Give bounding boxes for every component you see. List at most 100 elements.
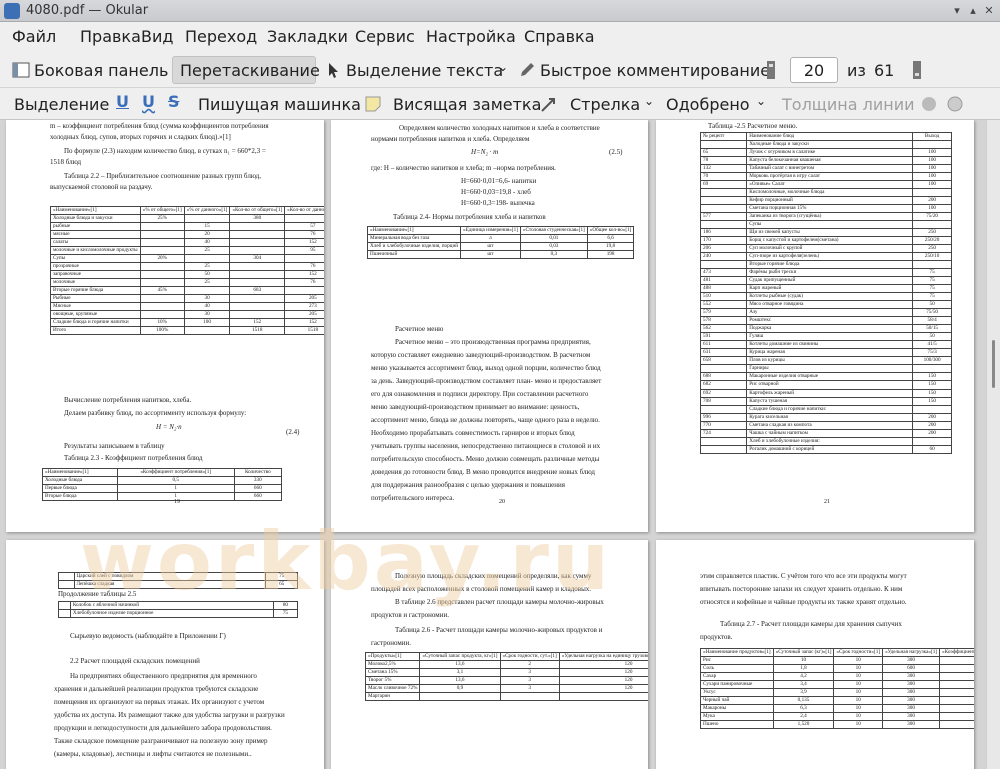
table-cell: 0,9: [419, 684, 501, 694]
table-row: Творог 5%13,631202,20,8: [364, 676, 648, 686]
table-cell: 150: [912, 396, 952, 406]
table-cell: 100: [912, 156, 952, 166]
document-view[interactable]: m – коэффициент потребления блюд (сумма …: [0, 120, 986, 769]
table-cell: Ромштекс: [746, 316, 914, 326]
table-row: 724 Чашка с чайным напитком 200: [699, 428, 952, 438]
table-cell: 0,135: [772, 696, 835, 706]
table-cell: [284, 254, 324, 264]
table-cell: 205: [284, 294, 324, 304]
table-cell: 2,4: [772, 712, 835, 722]
table-cell: 50/15: [912, 324, 952, 334]
typewriter-button[interactable]: Пишущая машинка: [198, 95, 361, 114]
table-cell: 250: [912, 228, 952, 238]
line-width-button[interactable]: Толщина линии: [782, 95, 915, 114]
table-cell: шт: [460, 242, 521, 252]
table-2-5-end: Царский слей с повидлом 75 Лепёшка сладкая…: [58, 571, 298, 590]
quick-comment-button[interactable]: Быстрое комментирование: [540, 61, 770, 80]
table-cell: Плов из курицы: [746, 356, 914, 366]
stamp-button[interactable]: Одобрено: [666, 95, 750, 114]
table-row: Лепёшка сладкая 65: [58, 580, 298, 590]
text-line: На предприятиях общественного предприяти…: [70, 672, 257, 680]
squiggle-icon[interactable]: U: [142, 92, 155, 111]
menu-settings[interactable]: Настройка: [426, 27, 516, 46]
table-row: 132 Табачный салат с винегретом 100: [699, 164, 952, 174]
menu-file[interactable]: Файл: [12, 27, 56, 46]
chevron-down-icon[interactable]: ⌄: [644, 94, 654, 108]
text-line: Расчетное меню – это производственная пр…: [395, 338, 591, 346]
chevron-down-icon[interactable]: ⌄: [756, 94, 766, 108]
chevron-down-icon[interactable]: ⌄: [498, 60, 508, 74]
arrow-button[interactable]: Стрелка: [570, 95, 640, 114]
table-cell: 10%: [139, 318, 185, 328]
vertical-scrollbar[interactable]: [986, 120, 1000, 769]
table-2-5: № рецепт Наименование блюд Выход Холодные б…: [699, 131, 952, 454]
menu-tools[interactable]: Сервис: [355, 27, 415, 46]
menu-bar: Файл Правка Вид Переход Закладки Сервис …: [0, 22, 1000, 52]
table-header-cell: «Суточный запас (кг)»[1]: [772, 647, 835, 658]
text-line: В таблице 2.6 представлен расчет площади…: [395, 598, 604, 606]
table-cell: 3: [499, 676, 560, 686]
annotation-toolbar: Выделение U U S Пишущая машинка Висящая …: [0, 88, 1000, 120]
page-number-input[interactable]: 20: [790, 57, 838, 83]
table-header-cell: «Наименование»[1]: [367, 225, 461, 236]
menu-bookmarks[interactable]: Закладки: [267, 27, 348, 46]
page-number: 21: [824, 499, 830, 505]
sticky-note-button[interactable]: Висящая заметка: [393, 95, 541, 114]
table-header-row: «Наименование»[1] «% от общего»[1] «% от д…: [50, 205, 324, 216]
menu-view[interactable]: Вид: [141, 27, 173, 46]
table-cell: 3,9: [772, 688, 835, 698]
scrollbar-thumb[interactable]: [992, 340, 995, 388]
table-row: Кефир порционный 200: [699, 196, 952, 206]
table-cell: 100/300: [912, 356, 952, 366]
table-cell: 75: [265, 571, 298, 582]
pen-icon: [521, 63, 534, 76]
close-icon[interactable]: ✕: [982, 4, 996, 18]
table-row: 708 Капуста тушеная 150: [699, 396, 952, 406]
text-line: впитывать посторонние запахи их следует …: [700, 585, 903, 593]
text-selection-button[interactable]: Выделение текста: [346, 61, 503, 80]
minimize-icon[interactable]: ▾: [950, 4, 964, 18]
color-icon[interactable]: [920, 95, 938, 113]
table-cell: [58, 600, 71, 611]
table-row: 186 Щи из свежей капусты 250: [699, 228, 952, 238]
table-cell: Лепёшка сладкая: [73, 580, 267, 590]
maximize-icon[interactable]: ▴: [966, 4, 980, 18]
menu-edit[interactable]: Правка: [80, 27, 141, 46]
table-cell: салаты: [50, 238, 141, 248]
table-cell: 100: [912, 172, 952, 182]
table-cell: 205: [284, 310, 324, 320]
table-header-cell: «Кол-во от данного»[1]: [284, 205, 324, 216]
table-cell: Супы: [50, 254, 141, 264]
table-row: 631 Курица жареная 75/3: [699, 348, 952, 358]
highlight-button[interactable]: Выделение: [14, 95, 109, 114]
previous-page-icon[interactable]: [766, 60, 776, 80]
drag-mode-button[interactable]: Перетаскивание: [180, 61, 320, 80]
menu-help[interactable]: Справка: [524, 27, 595, 46]
table-cell: Сладкие блюда и горячие напитки: [50, 318, 141, 328]
underline-icon[interactable]: U: [116, 92, 129, 111]
table-header-cell: «Суточный запас продукта, кг»[1]: [419, 651, 501, 662]
strikeout-icon[interactable]: S: [168, 92, 180, 111]
table-cell: Хлеб и хлебобулочные изделия, порций: [367, 242, 461, 252]
table-cell: 25: [183, 262, 231, 272]
table-cell: Пшеничный: [367, 250, 461, 260]
table-cell: 150: [912, 372, 952, 382]
table-cell: 10: [772, 656, 835, 666]
arrow-icon: [541, 98, 555, 112]
table-cell: Гарниры: [746, 364, 914, 374]
table-cell: Уксус: [700, 688, 774, 698]
table-row: Пшеничный шт 0,3 198: [367, 250, 635, 260]
table-cell: 240: [699, 252, 748, 262]
table-cell: Суп молочный с крупой: [746, 244, 914, 254]
menu-go[interactable]: Переход: [185, 27, 257, 46]
table-row: 692 Картофель жареный 150: [699, 388, 952, 398]
sidebar-button[interactable]: Боковая панель: [34, 61, 168, 80]
text-line: этим справляется пластик. С учётом того …: [700, 572, 907, 580]
next-page-icon[interactable]: [912, 60, 922, 80]
table-cell: Сахар: [700, 672, 774, 682]
table-cell: Макаронные изделия отварные: [746, 372, 914, 382]
table-row: Мука2,4103002,20,18: [700, 712, 974, 722]
table-cell: [284, 214, 324, 224]
table-cell: 2,2: [939, 704, 974, 714]
opacity-icon[interactable]: [946, 95, 964, 113]
